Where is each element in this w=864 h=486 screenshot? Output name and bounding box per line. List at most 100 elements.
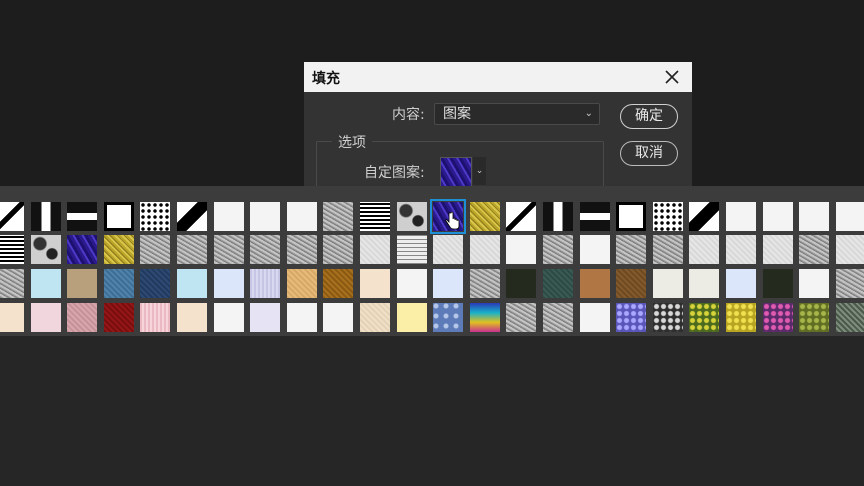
pattern-swatch-white[interactable] [726, 202, 756, 231]
pattern-swatch-rainbow[interactable] [469, 303, 500, 332]
pattern-swatch-yellow-noise[interactable] [103, 235, 134, 264]
pattern-swatch-pale-peach[interactable] [177, 303, 207, 332]
pattern-swatch-pink-stripes[interactable] [140, 303, 171, 332]
pattern-dropdown-button[interactable]: ⌄ [473, 157, 486, 185]
pattern-swatch-gray-noise[interactable] [469, 269, 500, 298]
pattern-swatch-pale-blue[interactable] [213, 269, 244, 298]
pattern-swatch-dark-teal[interactable] [543, 269, 573, 298]
pattern-swatch-light-blue[interactable] [30, 269, 61, 298]
pattern-swatch-orange-tan[interactable] [286, 269, 317, 298]
pattern-swatch-gray-noise[interactable] [506, 303, 537, 332]
pattern-swatch-concentric-squares[interactable] [360, 202, 390, 231]
pattern-swatch-concentric-squares[interactable] [0, 235, 24, 264]
pattern-swatch-vertical-bar[interactable] [543, 202, 573, 231]
pattern-swatch-diagonal-line[interactable] [506, 202, 537, 231]
pattern-swatch-horizontal-bar[interactable] [67, 202, 98, 231]
pattern-swatch-pale-peach[interactable] [360, 269, 390, 298]
pattern-swatch-white[interactable] [213, 202, 244, 231]
pattern-swatch-gray-noise[interactable] [835, 269, 864, 298]
pattern-swatch-light-gray[interactable] [360, 235, 390, 264]
pattern-swatch-light-gray[interactable] [835, 235, 864, 264]
pattern-swatch-dusty-pink[interactable] [67, 303, 98, 332]
pattern-swatch-diagonal-steps[interactable] [177, 202, 207, 231]
pattern-swatch-black-multi[interactable] [652, 303, 683, 332]
pattern-swatch-gray-noise[interactable] [140, 235, 171, 264]
pattern-swatch-dark-olive[interactable] [762, 269, 793, 298]
pattern-swatch-horizontal-bar[interactable] [579, 202, 610, 231]
pattern-swatch-gray-noise[interactable] [323, 202, 354, 231]
close-button[interactable] [662, 67, 682, 87]
pattern-swatch-gray-noise[interactable] [286, 235, 317, 264]
pattern-swatch-white-square-black-border[interactable] [103, 202, 134, 231]
pattern-swatch-gray-noise[interactable] [652, 235, 683, 264]
content-select[interactable]: 图案 ⌄ [434, 103, 600, 125]
pattern-swatch-gray-noise[interactable] [543, 235, 573, 264]
pattern-swatch-light-gray[interactable] [762, 235, 793, 264]
pattern-swatch-off-white[interactable] [689, 269, 720, 298]
pattern-swatch-copper[interactable] [579, 269, 610, 298]
pattern-swatch-pale-peach[interactable] [0, 303, 24, 332]
ok-button[interactable]: 确定 [620, 104, 678, 129]
pattern-swatch-white[interactable] [213, 303, 244, 332]
pattern-swatch-gray-noise[interactable] [323, 235, 354, 264]
pattern-swatch-pale-blue[interactable] [433, 269, 464, 298]
pattern-swatch-light-blue[interactable] [177, 269, 207, 298]
pattern-swatch-navy[interactable] [140, 269, 171, 298]
pattern-swatch-steel-blue[interactable] [103, 269, 134, 298]
pattern-swatch-pale-pink[interactable] [30, 303, 61, 332]
pattern-swatch-green-yellow-floral[interactable] [689, 303, 720, 332]
pattern-swatch-gray-noise[interactable] [616, 235, 647, 264]
pattern-swatch-white[interactable] [579, 235, 610, 264]
pattern-swatch-white[interactable] [835, 202, 864, 231]
pattern-swatch-off-white[interactable] [652, 269, 683, 298]
pattern-swatch-dark-olive[interactable] [506, 269, 537, 298]
pattern-swatch-dark-red[interactable] [103, 303, 134, 332]
pattern-swatch-purple-floral[interactable] [762, 303, 793, 332]
pattern-swatch-white[interactable] [579, 303, 610, 332]
pattern-swatch-white[interactable] [799, 202, 830, 231]
pattern-swatch-gray-noise[interactable] [177, 235, 207, 264]
pattern-swatch-white[interactable] [799, 269, 830, 298]
pattern-swatch-diagonal-line[interactable] [0, 202, 24, 231]
pattern-swatch-crosshatch[interactable] [396, 235, 427, 264]
pattern-swatch-yellow-floral[interactable] [726, 303, 756, 332]
pattern-swatch-light-gray[interactable] [726, 235, 756, 264]
pattern-swatch-white-square-black-border[interactable] [616, 202, 647, 231]
pattern-swatch-light-gray[interactable] [469, 235, 500, 264]
pattern-swatch-gray-noise[interactable] [0, 269, 24, 298]
pattern-swatch-brown[interactable] [616, 269, 647, 298]
pattern-swatch-white[interactable] [286, 303, 317, 332]
pattern-swatch-green-gray[interactable] [835, 303, 864, 332]
pattern-swatch-blue-purple-flowers[interactable] [616, 303, 647, 332]
pattern-swatch-gray-noise[interactable] [250, 235, 281, 264]
pattern-swatch-white[interactable] [286, 202, 317, 231]
cancel-button[interactable]: 取消 [620, 141, 678, 166]
pattern-swatch-white[interactable] [762, 202, 793, 231]
pattern-swatch-diagonal-steps[interactable] [689, 202, 720, 231]
pattern-swatch-blue-purple-waves[interactable] [430, 199, 467, 234]
custom-pattern-swatch[interactable] [440, 157, 472, 186]
pattern-swatch-lavender[interactable] [250, 303, 281, 332]
pattern-swatch-yellow-noise[interactable] [469, 202, 500, 231]
pattern-swatch-light-gray[interactable] [433, 235, 464, 264]
pattern-swatch-vertical-bar[interactable] [30, 202, 61, 231]
pattern-swatch-sand[interactable] [360, 303, 390, 332]
pattern-swatch-olive-floral[interactable] [799, 303, 830, 332]
pattern-swatch-pale-blue[interactable] [726, 269, 756, 298]
pattern-swatch-white[interactable] [250, 202, 281, 231]
pattern-swatch-tan[interactable] [67, 269, 98, 298]
pattern-swatch-white[interactable] [506, 235, 537, 264]
pattern-swatch-camouflage[interactable] [396, 202, 427, 231]
pattern-swatch-pale-yellow[interactable] [396, 303, 427, 332]
pattern-swatch-polka-dots[interactable] [652, 202, 683, 231]
pattern-swatch-polka-dots[interactable] [140, 202, 171, 231]
pattern-swatch-white[interactable] [323, 303, 354, 332]
pattern-swatch-camouflage[interactable] [30, 235, 61, 264]
pattern-swatch-gray-noise[interactable] [799, 235, 830, 264]
pattern-swatch-lilac[interactable] [250, 269, 281, 298]
pattern-swatch-white[interactable] [396, 269, 427, 298]
pattern-swatch-blue-bubbles[interactable] [433, 303, 464, 332]
pattern-swatch-gray-noise[interactable] [543, 303, 573, 332]
pattern-swatch-gray-noise[interactable] [213, 235, 244, 264]
pattern-swatch-brown-gold[interactable] [323, 269, 354, 298]
